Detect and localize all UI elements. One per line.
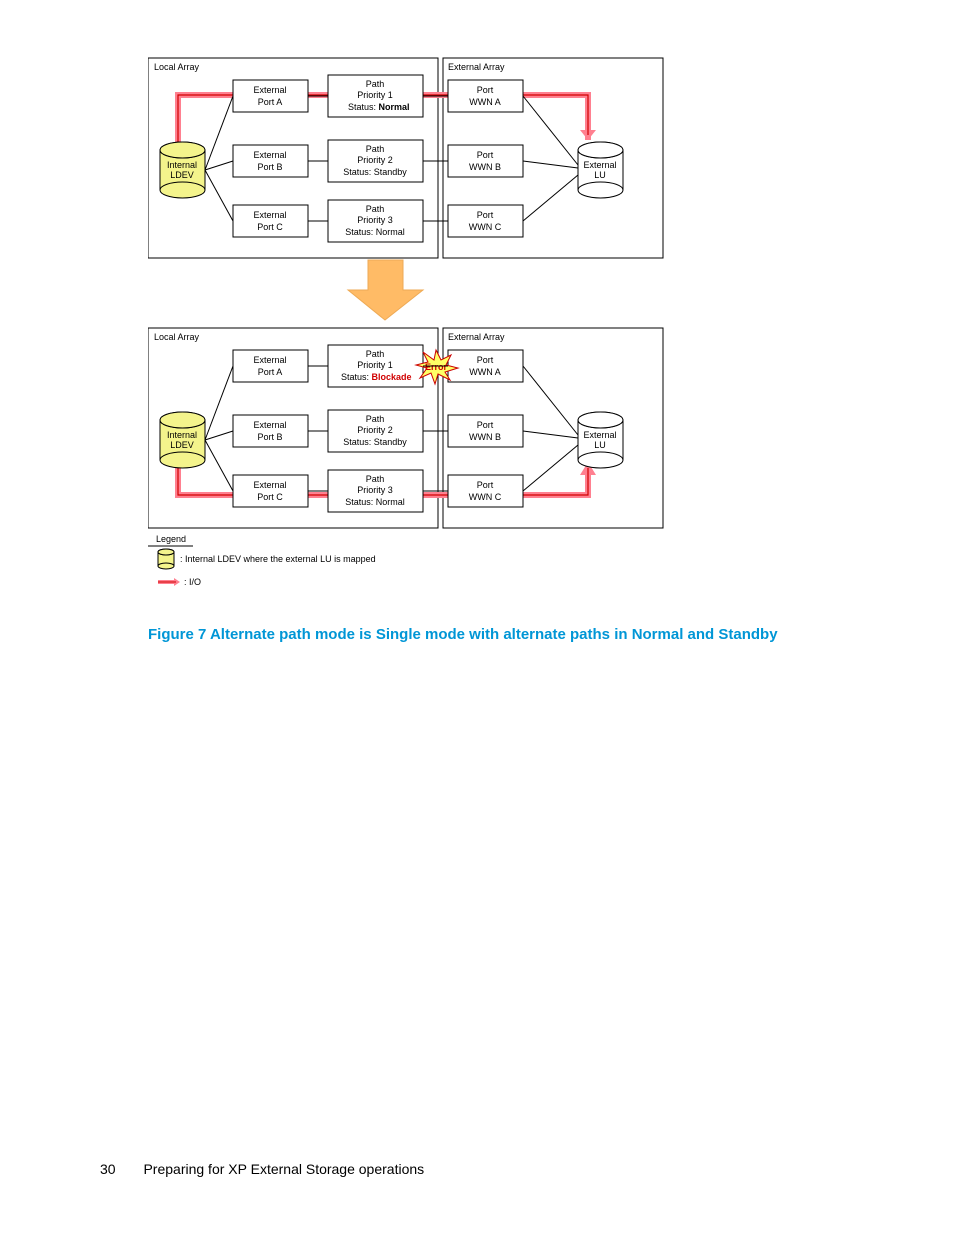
top-panel: Local Array External Array Internal LDEV…	[148, 58, 663, 258]
svg-text:Port: Port	[477, 150, 494, 160]
legend-arrow-icon	[158, 578, 180, 586]
svg-text:LDEV: LDEV	[170, 170, 194, 180]
bot-external-array-label: External Array	[448, 332, 505, 342]
svg-text:Port: Port	[477, 355, 494, 365]
bot-local-array-label: Local Array	[154, 332, 200, 342]
svg-text:Port: Port	[477, 210, 494, 220]
svg-text:Error: Error	[425, 362, 448, 372]
svg-text:WWN C: WWN C	[469, 222, 502, 232]
svg-text:Path: Path	[366, 474, 385, 484]
svg-text:External: External	[583, 160, 616, 170]
svg-text:Priority 2: Priority 2	[357, 155, 393, 165]
svg-text:WWN B: WWN B	[469, 432, 501, 442]
diagram-svg: Local Array External Array Internal LDEV…	[148, 50, 668, 610]
top-internal-ldev: Internal LDEV	[160, 142, 205, 198]
svg-text:WWN A: WWN A	[469, 367, 501, 377]
svg-text:External: External	[253, 210, 286, 220]
svg-text:Port A: Port A	[258, 367, 283, 377]
legend-title: Legend	[156, 534, 186, 544]
svg-text:Path: Path	[366, 349, 385, 359]
svg-text:Status: Normal: Status: Normal	[348, 102, 410, 112]
legend-cylinder-icon	[158, 549, 174, 569]
top-external-array-label: External Array	[448, 62, 505, 72]
legend: Legend : Internal LDEV where the externa…	[148, 534, 376, 587]
svg-text:Internal: Internal	[167, 430, 197, 440]
page-number: 30	[100, 1161, 116, 1177]
svg-text:Path: Path	[366, 414, 385, 424]
svg-text:External: External	[253, 85, 286, 95]
top-external-lu: External LU	[578, 142, 623, 198]
svg-text:Port C: Port C	[257, 222, 283, 232]
bottom-panel: Local Array External Array Internal LDEV…	[148, 328, 663, 528]
svg-text:Status: Normal: Status: Normal	[345, 497, 405, 507]
svg-text:Port: Port	[477, 480, 494, 490]
svg-text:External: External	[253, 480, 286, 490]
svg-text:LU: LU	[594, 440, 606, 450]
svg-text:Path: Path	[366, 144, 385, 154]
svg-text:Internal: Internal	[167, 160, 197, 170]
page-footer: 30 Preparing for XP External Storage ope…	[100, 1161, 424, 1177]
figure-caption: Figure 7 Alternate path mode is Single m…	[148, 626, 778, 643]
svg-text:LDEV: LDEV	[170, 440, 194, 450]
svg-text:Priority 1: Priority 1	[357, 360, 393, 370]
bot-internal-ldev: Internal LDEV	[160, 412, 205, 468]
svg-text:WWN C: WWN C	[469, 492, 502, 502]
svg-text:Priority 3: Priority 3	[357, 215, 393, 225]
svg-text:LU: LU	[594, 170, 606, 180]
svg-text:WWN A: WWN A	[469, 97, 501, 107]
svg-text:Port B: Port B	[257, 432, 282, 442]
svg-text:Port B: Port B	[257, 162, 282, 172]
svg-text:WWN B: WWN B	[469, 162, 501, 172]
top-local-array-label: Local Array	[154, 62, 200, 72]
svg-text:Port A: Port A	[258, 97, 283, 107]
svg-text:External: External	[253, 150, 286, 160]
svg-text:Priority 2: Priority 2	[357, 425, 393, 435]
svg-text:External: External	[253, 355, 286, 365]
svg-text:Path: Path	[366, 79, 385, 89]
footer-text: Preparing for XP External Storage operat…	[143, 1161, 424, 1177]
svg-text:Path: Path	[366, 204, 385, 214]
svg-text:Status: Normal: Status: Normal	[345, 227, 405, 237]
svg-text:External: External	[253, 420, 286, 430]
svg-text:Priority 1: Priority 1	[357, 90, 393, 100]
transition-arrow-icon	[348, 260, 423, 320]
svg-text:Priority 3: Priority 3	[357, 485, 393, 495]
legend-item-2: : I/O	[184, 577, 201, 587]
diagram: Local Array External Array Internal LDEV…	[148, 50, 668, 610]
legend-item-1: : Internal LDEV where the external LU is…	[180, 554, 376, 564]
bot-external-lu: External LU	[578, 412, 623, 468]
svg-text:Port: Port	[477, 85, 494, 95]
svg-text:Port C: Port C	[257, 492, 283, 502]
svg-text:Port: Port	[477, 420, 494, 430]
svg-text:Status: Standby: Status: Standby	[343, 437, 407, 447]
svg-text:Status: Blockade: Status: Blockade	[341, 372, 412, 382]
svg-text:Status: Standby: Status: Standby	[343, 167, 407, 177]
page: Local Array External Array Internal LDEV…	[0, 0, 954, 1235]
svg-text:External: External	[583, 430, 616, 440]
